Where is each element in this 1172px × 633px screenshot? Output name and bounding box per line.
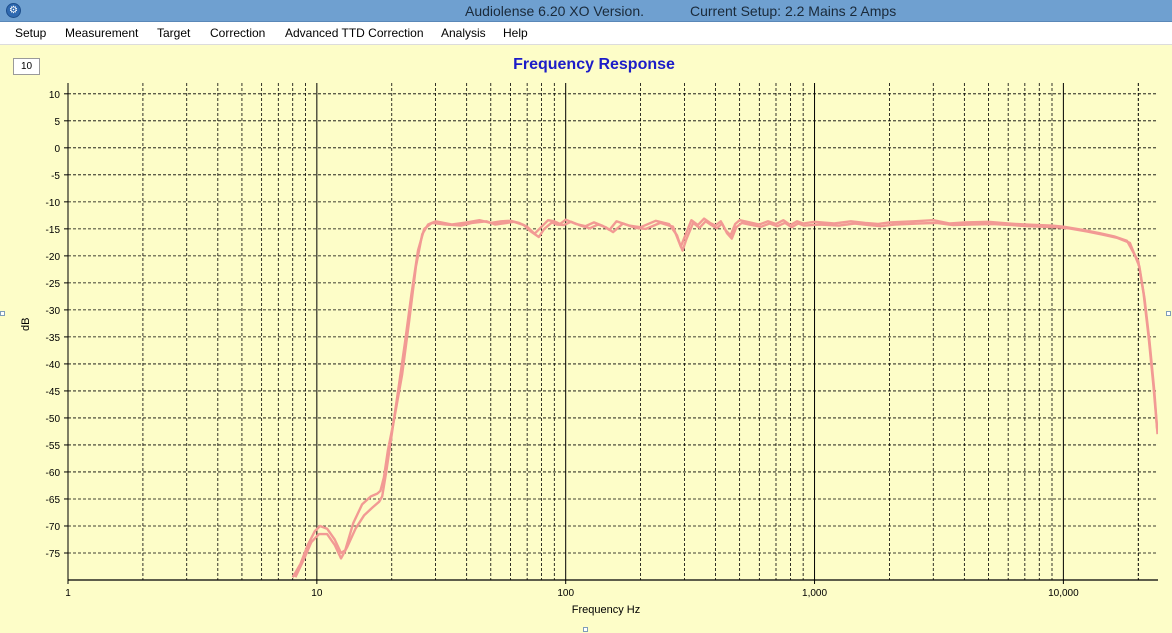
y-tick-label: -30: [46, 306, 61, 317]
resize-handle-bottom[interactable]: [583, 627, 588, 632]
window-title: Audiolense 6.20 XO Version.: [465, 3, 645, 19]
menu-correction[interactable]: Correction: [210, 26, 265, 40]
y-tick-label: -60: [46, 468, 61, 479]
menu-analysis[interactable]: Analysis: [441, 26, 486, 40]
x-axis-label: Frequency Hz: [571, 604, 641, 616]
menu-help[interactable]: Help: [503, 26, 528, 40]
x-tick-label: 10: [311, 588, 323, 599]
chart-title: Frequency Response: [513, 56, 675, 73]
y-tick-label: -10: [46, 198, 61, 209]
y-tick-label: -5: [51, 171, 60, 182]
y-tick-label: -25: [46, 279, 61, 290]
current-setup-label: Current Setup: 2.2 Mains 2 Amps: [690, 3, 897, 19]
menu-measurement[interactable]: Measurement: [65, 26, 138, 40]
plot-area: [68, 83, 1158, 580]
title-bar: ⚙ Audiolense 6.20 XO Version. Current Se…: [0, 0, 1172, 22]
y-tick-label: -35: [46, 333, 61, 344]
menu-bar: Setup Measurement Target Correction Adva…: [0, 22, 1172, 45]
resize-handle-left[interactable]: [0, 311, 5, 316]
y-tick-label: 0: [54, 144, 60, 155]
chart-panel: 10 5 0 -5 -10 -15 -20 -25 -30 -35 -40 -45 -50 -55 -60 -…: [0, 45, 1172, 633]
resize-handle-right[interactable]: [1166, 311, 1171, 316]
menu-advanced-ttd-correction[interactable]: Advanced TTD Correction: [285, 26, 424, 40]
menu-setup[interactable]: Setup: [15, 26, 46, 40]
y-tick-label: -55: [46, 441, 61, 452]
y-axis-label: dB: [20, 317, 32, 331]
y-tick-label: -40: [46, 360, 61, 371]
y-tick-label: 5: [54, 117, 60, 128]
x-tick-label: 10,000: [1048, 588, 1079, 599]
y-tick-label: -65: [46, 495, 61, 506]
y-tick-label: -75: [46, 549, 61, 560]
x-tick-label: 1: [65, 588, 71, 599]
y-tick-label: -45: [46, 387, 61, 398]
frequency-response-chart[interactable]: 10 5 0 -5 -10 -15 -20 -25 -30 -35 -40 -45 -50 -55 -60 -…: [0, 45, 1172, 633]
y-tick-label: -70: [46, 522, 61, 533]
y-tick-label: -50: [46, 414, 61, 425]
y-tick-label: -15: [46, 225, 61, 236]
x-tick-label: 100: [557, 588, 574, 599]
menu-target[interactable]: Target: [157, 26, 190, 40]
y-tick-label: 10: [49, 90, 61, 101]
app-icon[interactable]: ⚙: [6, 3, 21, 18]
x-tick-label: 1,000: [802, 588, 827, 599]
y-tick-label: -20: [46, 252, 61, 263]
